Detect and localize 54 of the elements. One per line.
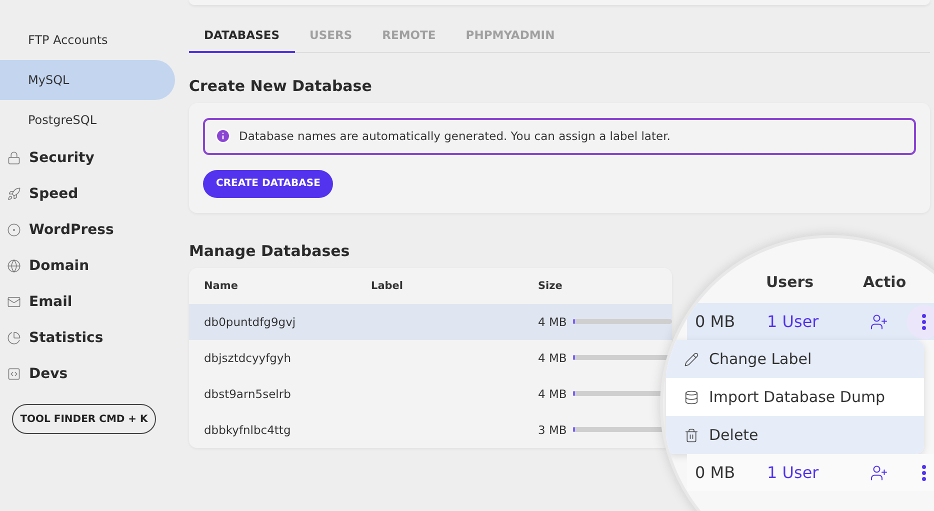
kebab-icon — [922, 314, 926, 330]
menu-item[interactable]: Import Database Dump — [666, 378, 924, 416]
globe-icon — [7, 259, 21, 273]
lock-icon — [7, 151, 21, 165]
table-cell: 4 MB — [538, 314, 567, 328]
sidebar-section[interactable]: WordPress — [0, 212, 175, 248]
mail-icon — [7, 295, 21, 309]
table-row[interactable]: 0 MB 1 User — [687, 303, 934, 340]
sidebar-item[interactable]: MySQL — [0, 60, 175, 100]
table-cell: 3 MB — [538, 422, 567, 436]
kebab-icon — [922, 464, 926, 480]
sidebar-section[interactable]: Statistics — [0, 320, 175, 356]
column-header: Size — [538, 280, 564, 292]
database-icon — [684, 390, 699, 404]
table-cell-text: dbst9arn5selrb — [204, 386, 292, 400]
column-header: Name — [204, 280, 239, 292]
tab[interactable]: DATABASES — [189, 20, 294, 53]
section-title: Manage Databases — [189, 242, 351, 260]
sidebar-section[interactable]: Speed — [0, 176, 175, 212]
sidebar-section[interactable]: Email — [0, 284, 175, 320]
table-cell-text: dbbkyfnlbc4ttg — [204, 422, 292, 436]
column-header: Actio — [863, 272, 908, 290]
table-cell: 4 MB — [538, 350, 567, 364]
trash-icon — [684, 428, 699, 442]
sidebar-section[interactable]: Domain — [0, 248, 175, 284]
menu-item[interactable]: Delete — [666, 416, 924, 454]
menu-item[interactable]: Change Label — [666, 340, 924, 378]
table-cell-text: 0 MB — [695, 312, 736, 331]
table-cell-text: dbjsztdcyyfgyh — [204, 350, 292, 364]
sidebar-item[interactable]: PostgreSQL — [0, 100, 175, 140]
pie-chart-icon — [7, 331, 21, 345]
notice-text: Database names are automatically generated. You can assign a label later. — [239, 129, 670, 143]
add-user-icon[interactable] — [870, 312, 888, 330]
info-icon — [215, 128, 231, 144]
column-header: Users — [766, 272, 815, 290]
users-link[interactable]: 1 User — [767, 463, 870, 482]
table-cell-text: db0puntdfg9gvj — [204, 314, 297, 328]
table-cell-text: 0 MB — [695, 463, 736, 482]
sidebar-section[interactable]: Devs — [0, 356, 175, 392]
tool-finder-button[interactable]: TOOL FINDER CMD + K — [12, 404, 156, 434]
section-title: Create New Database — [189, 76, 373, 94]
pencil-icon — [684, 352, 699, 366]
create-database-button[interactable]: CREATE DATABASE — [203, 170, 334, 198]
code-icon — [7, 367, 21, 381]
more-button[interactable] — [907, 304, 934, 338]
rocket-icon — [7, 187, 21, 201]
table-cell: 4 MB — [538, 386, 567, 400]
circle-logo-icon — [7, 223, 21, 237]
table-row[interactable]: db0puntdfg9gvj 4 MB — [189, 304, 672, 340]
sidebar-section[interactable]: Security — [0, 140, 175, 176]
users-link[interactable]: 1 User — [767, 312, 870, 331]
add-user-icon[interactable] — [870, 464, 888, 482]
sidebar-item[interactable]: FTP Accounts — [0, 20, 175, 60]
column-header: Label — [371, 280, 404, 292]
